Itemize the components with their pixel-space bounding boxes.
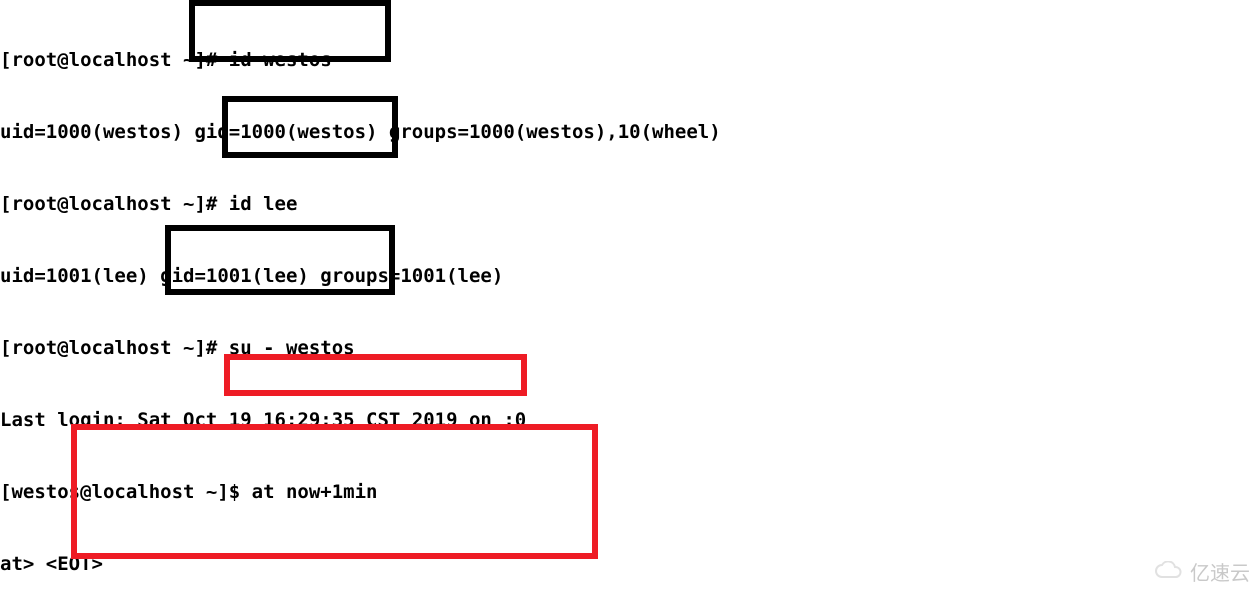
terminal-line: [westos@localhost ~]$ at now+1min — [0, 480, 721, 504]
terminal-line: [root@localhost ~]# su - westos — [0, 336, 721, 360]
cloud-icon — [1154, 561, 1184, 587]
watermark: 亿速云 — [1154, 561, 1250, 587]
terminal-line: [root@localhost ~]# id lee — [0, 192, 721, 216]
terminal-line: at> <EOT> — [0, 552, 721, 576]
terminal-line: [root@localhost ~]# id westos — [0, 48, 721, 72]
terminal-output: [root@localhost ~]# id westos uid=1000(w… — [0, 0, 721, 593]
watermark-text: 亿速云 — [1190, 562, 1250, 586]
terminal-line: uid=1000(westos) gid=1000(westos) groups… — [0, 120, 721, 144]
terminal-line: Last login: Sat Oct 19 16:29:35 CST 2019… — [0, 408, 721, 432]
terminal-line: uid=1001(lee) gid=1001(lee) groups=1001(… — [0, 264, 721, 288]
